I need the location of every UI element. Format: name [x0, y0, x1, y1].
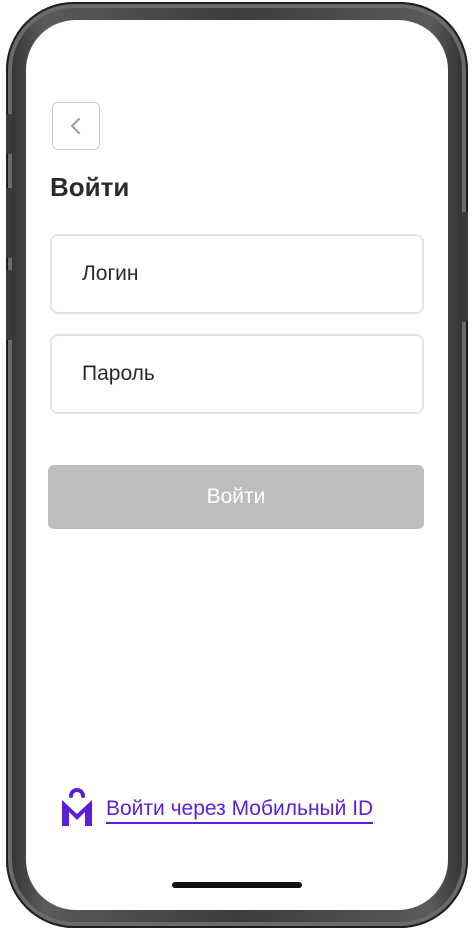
home-indicator [172, 882, 302, 888]
login-submit-button[interactable]: Войти [48, 465, 424, 529]
login-field[interactable] [50, 234, 424, 314]
login-input[interactable] [82, 262, 422, 286]
password-field[interactable] [50, 334, 424, 414]
mobile-id-link-label: Войти через Мобильный ID [106, 797, 374, 824]
mute-switch [6, 114, 12, 154]
back-button[interactable] [52, 102, 100, 150]
volume-down-button [6, 270, 12, 340]
power-button [462, 212, 468, 322]
page-title: Войти [50, 172, 130, 202]
chevron-left-icon [69, 117, 83, 135]
volume-up-button [6, 188, 12, 258]
mobile-id-login-link[interactable]: Войти через Мобильный ID [60, 788, 374, 833]
app-screen: Войти Войти Войти через Мобильный ID [26, 20, 448, 910]
password-input[interactable] [82, 362, 422, 386]
mobile-id-logo-icon [60, 788, 94, 833]
